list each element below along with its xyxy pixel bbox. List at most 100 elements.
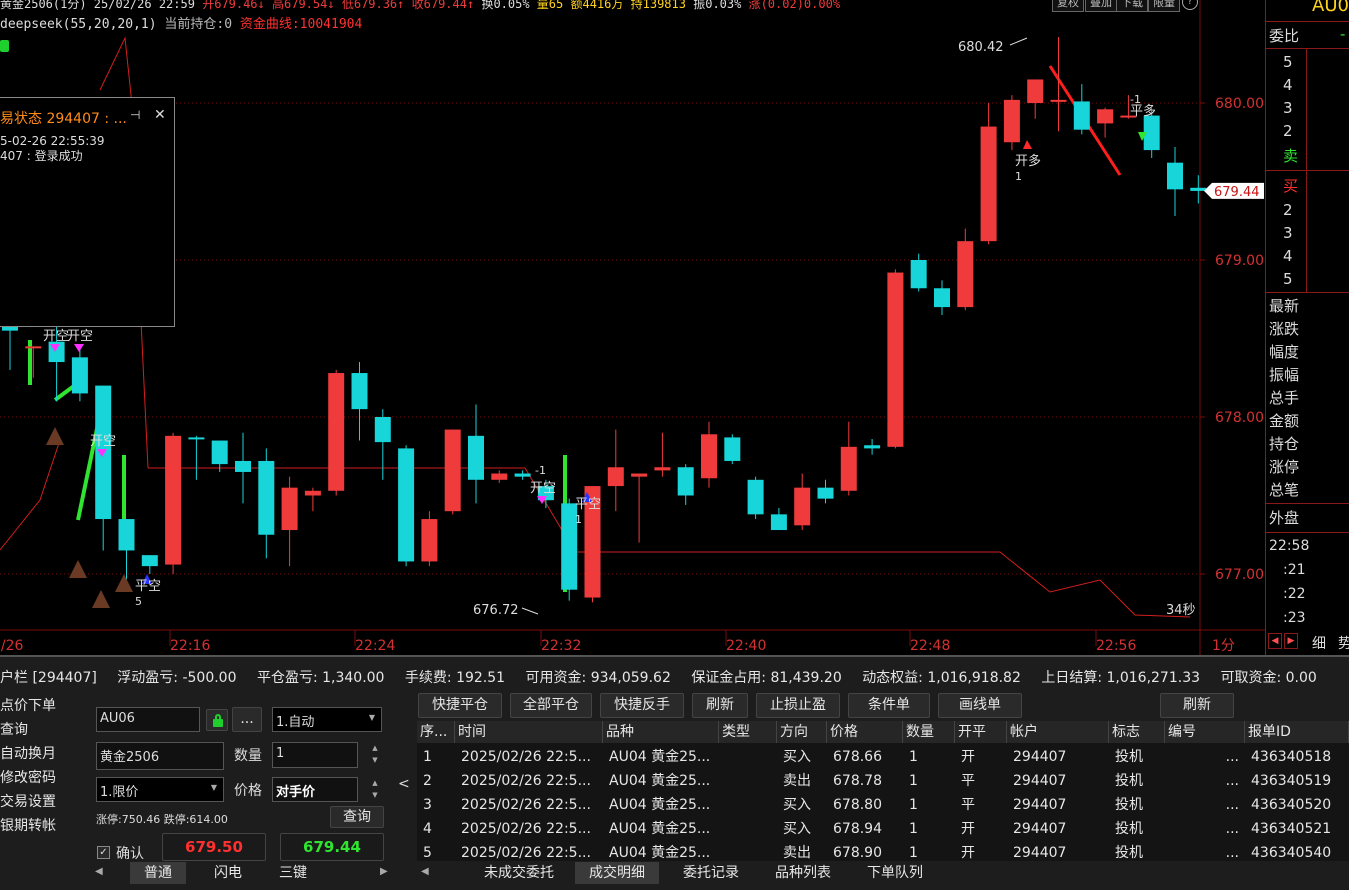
candle-up [304, 490, 321, 496]
col-header[interactable]: 编号 [1165, 721, 1245, 743]
col-header[interactable]: 时间 [455, 721, 603, 743]
adjust-button[interactable]: 复权 [1052, 0, 1084, 12]
quick-close-button[interactable]: 快捷平仓 [418, 693, 502, 718]
candle-down [724, 437, 741, 461]
col-header[interactable]: 开平 [955, 721, 1007, 743]
table-row[interactable]: 3 2025/02/26 22:5... AU04 黄金25... 买入 678.80 1… [417, 793, 1349, 817]
col-header[interactable]: 帐户 [1007, 721, 1109, 743]
price-stepper[interactable]: ▲ ▼ [368, 777, 382, 802]
table-row[interactable]: 2 2025/02/26 22:5... AU04 黄金25... 卖出 678.78 1… [417, 769, 1349, 793]
table-cell: ... [1225, 773, 1239, 789]
table-cell: 2 [423, 773, 432, 789]
candlestick-svg[interactable]: 680.00 679.00 678.00 677.00 2/26 22:16 22:24 22… [0, 0, 1265, 655]
signal-sub: 1 [1015, 170, 1022, 183]
conditional-order-button[interactable]: 条件单 [848, 693, 930, 718]
menu-query[interactable]: 查询 [0, 719, 28, 739]
menu-bank-transfer[interactable]: 银期转帐 [0, 815, 56, 835]
kline-chart[interactable]: 680.00 679.00 678.00 677.00 2/26 22:16 22:24 22… [0, 0, 1265, 655]
trade-status-window[interactable]: 易状态 294407 : ... ⊣ ✕ 5-02-26 22:55:39 40… [0, 97, 175, 327]
commission: 手续费: 192.51 [404, 670, 506, 686]
table-cell: 2025/02/26 22:5... [461, 749, 591, 765]
signal-label: 开空 [90, 434, 116, 449]
indicator-bar: deepseek(55,20,20,1) 当前持仓:0 资金曲线:1004190… [0, 13, 362, 32]
tab-scroll-left-icon[interactable]: ◀ [95, 866, 103, 877]
limit-button[interactable]: 限量 [1148, 0, 1180, 12]
candle-up [281, 487, 298, 531]
lock-button[interactable] [206, 709, 228, 731]
tab-pending-orders[interactable]: 未成交委托 [477, 862, 561, 884]
ask-label: 卖 [1283, 147, 1299, 165]
stop-loss-button[interactable]: 止损止盈 [756, 693, 840, 718]
y-tick-label: 679.00 [1215, 253, 1264, 269]
low-price: 低679.36↑ [341, 0, 405, 11]
qty-stepper[interactable]: ▲ ▼ [368, 742, 382, 767]
stat-label: 振幅 [1269, 366, 1300, 384]
col-header[interactable]: 报单ID [1245, 721, 1349, 743]
price-input[interactable]: 对手价 [272, 777, 358, 802]
refresh-button[interactable]: 刷新 [692, 693, 748, 718]
sell-price-button[interactable]: 679.50 [162, 833, 266, 861]
col-header[interactable]: 品种 [603, 721, 719, 743]
more-button[interactable]: ... [232, 707, 262, 732]
tab-order-queue[interactable]: 下单队列 [853, 862, 937, 884]
tab-trend[interactable]: 势 [1338, 633, 1349, 653]
col-header[interactable]: 标志 [1109, 721, 1165, 743]
tab-detail[interactable]: 细 [1312, 633, 1326, 653]
quick-reverse-button[interactable]: 快捷反手 [600, 693, 684, 718]
menu-auto-rollover[interactable]: 自动换月 [0, 743, 56, 763]
price-type-select[interactable]: 1.限价 ▼ [96, 777, 224, 802]
candle-up [1097, 109, 1114, 124]
confirm-checkbox[interactable]: ✓ [97, 846, 110, 859]
tab-scroll-left-icon[interactable]: ◀ [421, 866, 429, 877]
candle-down [514, 473, 531, 477]
tab-normal[interactable]: 普通 [130, 862, 186, 884]
tab-order-records[interactable]: 委托记录 [669, 862, 753, 884]
dynamic-equity: 动态权益: 1,016,918.82 [862, 670, 1021, 686]
col-header[interactable]: 数量 [903, 721, 955, 743]
download-button[interactable]: 下载 [1116, 0, 1148, 12]
record-tabs: ◀ 未成交委托 成交明细 委托记录 品种列表 下单队列 [417, 862, 1349, 888]
refresh-table-button[interactable]: 刷新 [1160, 693, 1234, 718]
triangle-marker [69, 560, 87, 578]
change: 涨(0.02)0.00% [748, 0, 841, 11]
candle-up [491, 473, 508, 480]
signal-sub: -1 [535, 464, 546, 477]
contract-input[interactable]: AU06 [96, 707, 200, 732]
menu-point-order[interactable]: 点价下单 [0, 695, 56, 715]
pin-icon[interactable]: ⊣ [130, 108, 140, 122]
tab-lightning[interactable]: 闪电 [200, 862, 256, 884]
collapse-arrow-icon[interactable]: < [398, 776, 410, 792]
candle-up [1050, 99, 1067, 102]
signal-label: 平空 [135, 579, 161, 594]
table-cell: 436340521 [1251, 821, 1332, 837]
table-cell: 买入 [783, 821, 811, 837]
table-cell: AU04 黄金25... [609, 749, 711, 765]
qty-input[interactable]: 1 [272, 742, 358, 768]
col-header[interactable]: 价格 [827, 721, 903, 743]
tab-instrument-list[interactable]: 品种列表 [761, 862, 845, 884]
close-all-button[interactable]: 全部平仓 [510, 693, 592, 718]
candle-down [141, 555, 158, 567]
table-row[interactable]: 1 2025/02/26 22:5... AU04 黄金25... 买入 678.66 1… [417, 745, 1349, 769]
lock-icon[interactable] [0, 40, 9, 52]
tab-trade-details[interactable]: 成交明细 [575, 862, 659, 884]
table-row[interactable]: 4 2025/02/26 22:5... AU04 黄金25... 买入 678.94 1… [417, 817, 1349, 841]
prev-arrow-icon[interactable]: ◀ [1268, 633, 1282, 649]
menu-trade-settings[interactable]: 交易设置 [0, 791, 56, 811]
mode-select[interactable]: 1.自动 ▼ [272, 707, 382, 732]
candle-down [351, 373, 368, 410]
col-header[interactable]: 序... [417, 721, 455, 743]
overlay-button[interactable]: 叠加 [1085, 0, 1117, 12]
line-order-button[interactable]: 画线单 [938, 693, 1022, 718]
table-cell [719, 745, 777, 769]
bid-level: 3 [1283, 224, 1293, 242]
tab-three-key[interactable]: 三键 [265, 862, 321, 884]
menu-change-password[interactable]: 修改密码 [0, 767, 56, 787]
close-icon[interactable]: ✕ [154, 107, 166, 123]
col-header[interactable]: 类型 [719, 721, 777, 743]
tab-scroll-right-icon[interactable]: ▶ [380, 866, 388, 877]
buy-price-button[interactable]: 679.44 [280, 833, 384, 861]
query-button[interactable]: 查询 [330, 806, 384, 828]
col-header[interactable]: 方向 [777, 721, 827, 743]
next-arrow-icon[interactable]: ▶ [1284, 633, 1298, 649]
